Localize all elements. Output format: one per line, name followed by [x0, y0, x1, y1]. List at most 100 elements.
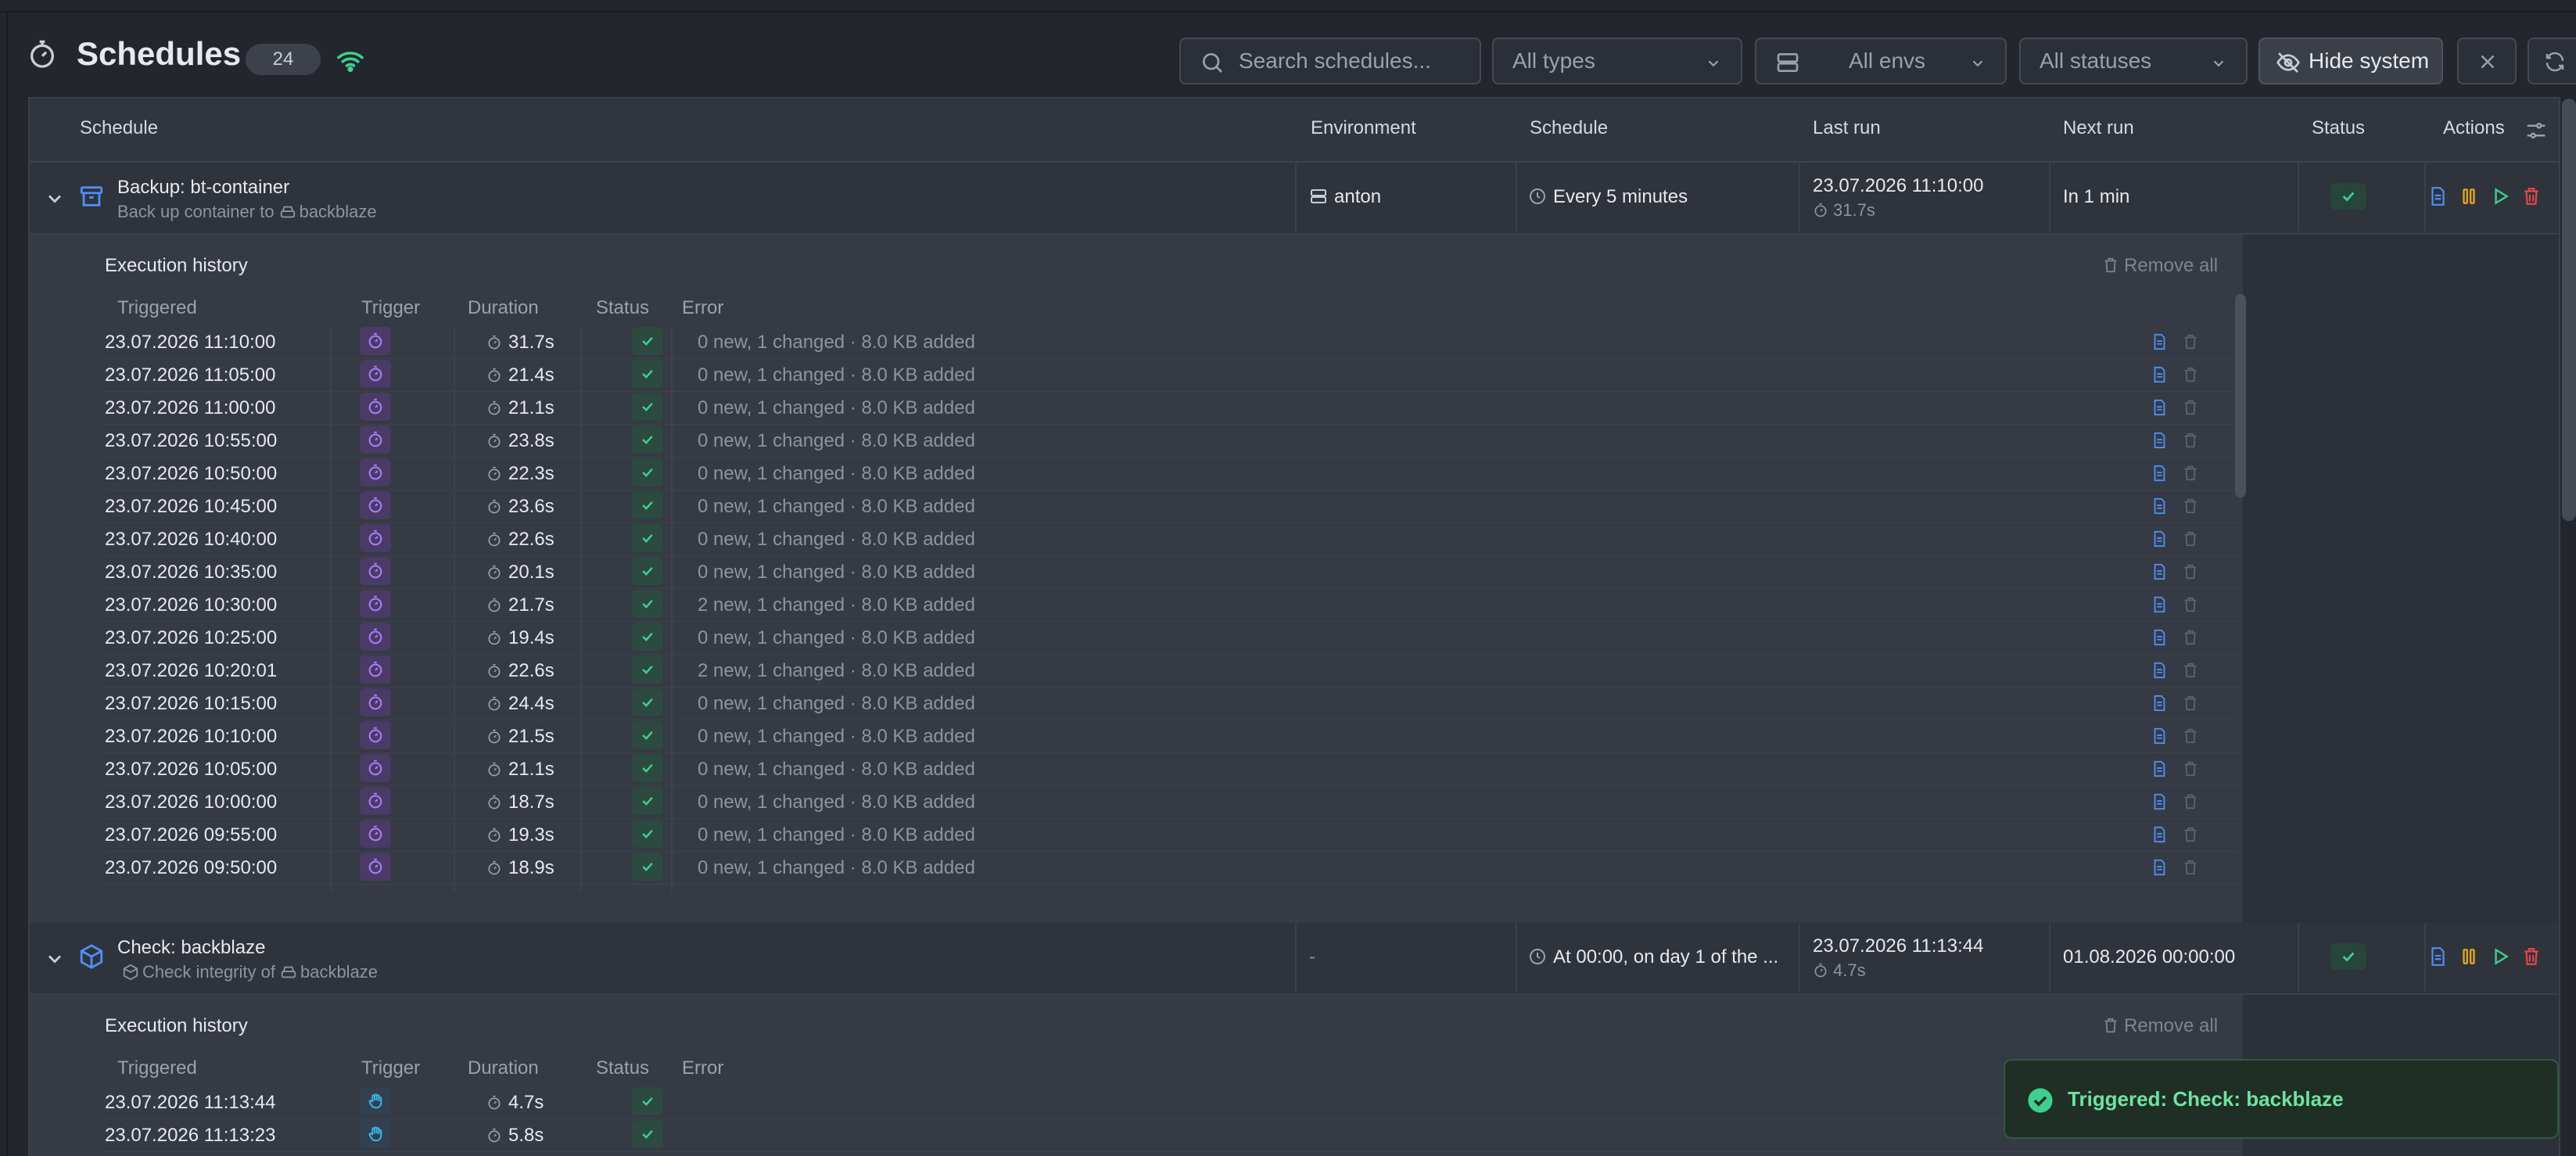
- chevron-down-icon[interactable]: [44, 948, 66, 970]
- play-icon[interactable]: [2490, 946, 2510, 967]
- column-settings-icon[interactable]: [2524, 119, 2548, 142]
- delete-entry-button[interactable]: [2182, 465, 2199, 486]
- log-icon: [2154, 826, 2165, 843]
- log-icon[interactable]: [2427, 946, 2448, 967]
- delete-entry-button[interactable]: [2182, 826, 2199, 847]
- schedule-title: Backup: bt-container: [117, 177, 290, 198]
- divider: [1799, 163, 1800, 232]
- clear-filters-button[interactable]: [2457, 38, 2517, 84]
- remove-all-button[interactable]: Remove all: [2102, 255, 2218, 277]
- delete-entry-button[interactable]: [2182, 333, 2199, 354]
- duration-value: 23.6s: [508, 496, 554, 517]
- view-log-button[interactable]: [2151, 465, 2168, 486]
- history-scrollbar[interactable]: [2235, 294, 2246, 497]
- history-row: 23.07.2026 11:05:00 21.4s 0 new, 1 changed…: [105, 358, 2240, 392]
- triggered-time: 23.07.2026 09:50:00: [105, 857, 278, 878]
- pause-icon[interactable]: [2459, 186, 2479, 206]
- play-icon[interactable]: [2490, 186, 2510, 206]
- col-actions: Actions: [2443, 117, 2505, 138]
- delete-entry-button[interactable]: [2182, 760, 2199, 781]
- view-log-button[interactable]: [2151, 596, 2168, 617]
- status-badge: [632, 655, 663, 684]
- delete-icon[interactable]: [2521, 946, 2542, 967]
- stopwatch-icon: [1814, 203, 1827, 217]
- page-title: Schedules: [77, 35, 242, 72]
- env-filter-select[interactable]: All envs: [1755, 38, 2007, 84]
- chevron-down-icon[interactable]: [44, 188, 66, 210]
- view-log-button[interactable]: [2151, 760, 2168, 781]
- status-filter-select[interactable]: All statuses: [2019, 38, 2248, 84]
- duration-value: 22.6s: [508, 529, 554, 550]
- refresh-button[interactable]: [2528, 38, 2576, 84]
- delete-entry-button[interactable]: [2182, 563, 2199, 584]
- view-log-button[interactable]: [2151, 497, 2168, 519]
- schedule-value: Every 5 minutes: [1553, 186, 1688, 207]
- trigger-badge: [360, 1087, 391, 1115]
- duration-value: 19.3s: [508, 824, 554, 845]
- divider: [1516, 923, 1517, 992]
- history-row: 23.07.2026 11:13:44 4.7s: [105, 1086, 2240, 1119]
- view-log-button[interactable]: [2151, 530, 2168, 551]
- remove-all-button[interactable]: Remove all: [2102, 1015, 2218, 1037]
- view-log-button[interactable]: [2151, 727, 2168, 749]
- duration: 22.3s: [486, 463, 554, 485]
- view-log-button[interactable]: [2151, 399, 2168, 420]
- schedule-row[interactable]: Check: backblaze Check integrity of backb…: [30, 923, 2559, 995]
- delete-entry-button[interactable]: [2182, 793, 2199, 814]
- view-log-button[interactable]: [2151, 366, 2168, 387]
- divider: [2049, 163, 2050, 232]
- duration-value: 4.7s: [1833, 960, 1866, 980]
- view-log-button[interactable]: [2151, 695, 2168, 716]
- view-log-button[interactable]: [2151, 629, 2168, 650]
- subtitle-target: backblaze: [300, 962, 379, 982]
- history-row: 23.07.2026 09:50:00 18.9s 0 new, 1 changed…: [105, 851, 2240, 885]
- trash-icon: [2184, 334, 2197, 350]
- type-filter-select[interactable]: All types: [1492, 38, 1742, 84]
- duration: 5.8s: [486, 1125, 544, 1147]
- view-log-button[interactable]: [2151, 563, 2168, 584]
- table-header: Schedule Environment Schedule Last run N…: [30, 99, 2559, 163]
- delete-entry-button[interactable]: [2182, 432, 2199, 453]
- view-log-button[interactable]: [2151, 662, 2168, 683]
- delete-entry-button[interactable]: [2182, 695, 2199, 716]
- status-badge: [632, 754, 663, 782]
- error-text: 2 new, 1 changed · 8.0 KB added: [698, 594, 975, 616]
- delete-entry-button[interactable]: [2182, 530, 2199, 551]
- delete-entry-button[interactable]: [2182, 859, 2199, 880]
- view-log-button[interactable]: [2151, 793, 2168, 814]
- delete-entry-button[interactable]: [2182, 497, 2199, 519]
- delete-icon[interactable]: [2521, 186, 2542, 206]
- log-icon: [2154, 366, 2165, 383]
- status-badge: [632, 327, 663, 355]
- duration-value: 21.1s: [508, 397, 554, 418]
- page-scrollbar[interactable]: [2562, 99, 2576, 521]
- delete-entry-button[interactable]: [2182, 399, 2199, 420]
- delete-entry-button[interactable]: [2182, 629, 2199, 650]
- view-log-button[interactable]: [2151, 826, 2168, 847]
- hide-system-button[interactable]: Hide system: [2258, 38, 2443, 84]
- view-log-button[interactable]: [2151, 859, 2168, 880]
- divider: [1516, 163, 1517, 232]
- delete-entry-button[interactable]: [2182, 662, 2199, 683]
- triggered-time: 23.07.2026 10:45:00: [105, 496, 278, 517]
- schedule-row[interactable]: Backup: bt-container Back up container t…: [30, 163, 2559, 235]
- trash-icon: [2184, 433, 2197, 448]
- delete-entry-button[interactable]: [2182, 366, 2199, 387]
- status-badge: [632, 688, 663, 716]
- duration-value: 21.4s: [508, 364, 554, 386]
- delete-entry-button[interactable]: [2182, 596, 2199, 617]
- log-icon[interactable]: [2427, 186, 2448, 206]
- pause-icon[interactable]: [2459, 946, 2479, 967]
- trigger-badge: [360, 853, 391, 881]
- drive-icon: [281, 966, 296, 978]
- delete-entry-button[interactable]: [2182, 727, 2199, 749]
- schedule-cell: Every 5 minutes: [1528, 186, 1688, 208]
- view-log-button[interactable]: [2151, 432, 2168, 453]
- view-log-button[interactable]: [2151, 333, 2168, 354]
- error-text: 0 new, 1 changed · 8.0 KB added: [698, 529, 975, 550]
- stopwatch-icon: [30, 40, 54, 68]
- check-circle-icon: [2028, 1088, 2053, 1113]
- schedule-trigger-icon: [368, 365, 382, 382]
- duration: 22.6s: [486, 660, 554, 682]
- search-input[interactable]: Search schedules...: [1179, 38, 1481, 84]
